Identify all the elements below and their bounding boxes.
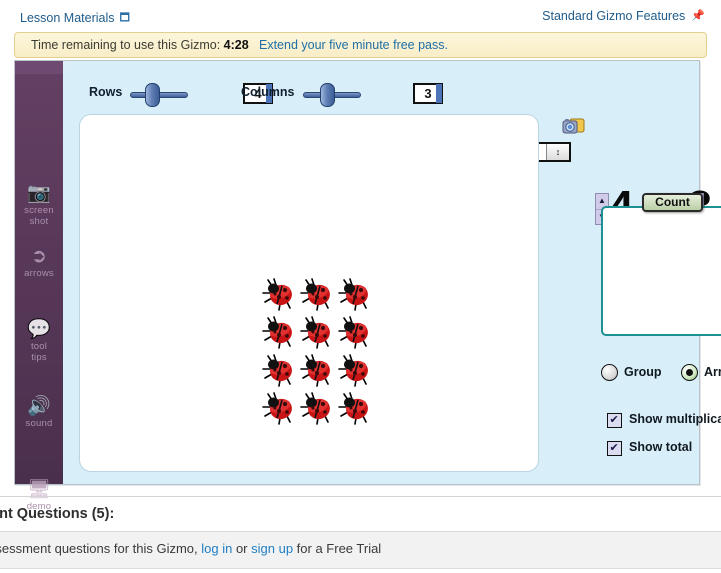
- sidebar-item-tooltips[interactable]: 💬 tool tips: [15, 319, 63, 363]
- gizmo-page: Lesson Materials 🗖 Standard Gizmo Feature…: [0, 0, 721, 573]
- ladybug-icon[interactable]: [336, 351, 374, 389]
- ladybug-icon[interactable]: [260, 389, 298, 427]
- ladybug-icon[interactable]: [298, 275, 336, 313]
- lesson-materials-link[interactable]: Lesson Materials 🗖: [20, 9, 130, 28]
- signup-link[interactable]: sign up: [251, 541, 293, 556]
- timer-banner: Time remaining to use this Gizmo: 4:28 E…: [14, 32, 707, 58]
- ladybug-icon[interactable]: [260, 275, 298, 313]
- columns-slider[interactable]: [303, 83, 361, 107]
- camera-snapshot-icon[interactable]: [562, 116, 586, 136]
- radio-dot-array[interactable]: [681, 364, 698, 381]
- ladybug-row: [260, 275, 374, 313]
- assessment-title: ssment Questions (5):: [0, 506, 115, 522]
- ladybug-row: [260, 389, 374, 427]
- tool-rail-top: [15, 61, 63, 74]
- ladybug-icon[interactable]: [298, 389, 336, 427]
- gizmo-canvas[interactable]: [79, 114, 539, 472]
- popout-icon: 🗖: [119, 12, 130, 24]
- sidebar-item-label: tips: [31, 352, 47, 363]
- extend-pass-link[interactable]: Extend your five minute free pass.: [259, 38, 448, 52]
- ladybug-icon[interactable]: [260, 351, 298, 389]
- login-link[interactable]: log in: [201, 541, 232, 556]
- ladybug-icon[interactable]: [298, 351, 336, 389]
- columns-slider-handle[interactable]: [320, 83, 335, 107]
- timer-text: Time remaining to use this Gizmo: 4:28: [31, 38, 249, 52]
- camera-icon: 📷: [27, 183, 51, 204]
- radio-dot-group[interactable]: [601, 364, 618, 381]
- top-links-bar: Lesson Materials 🗖 Standard Gizmo Feature…: [0, 0, 721, 30]
- checkbox-box-show-multiplication[interactable]: [607, 413, 622, 428]
- gizmo-app: 📷 screen shot ➲ arrows 💬 tool tips 🔊 sou…: [14, 60, 721, 512]
- speaker-icon: 🔊: [27, 396, 51, 417]
- ladybug-row: [260, 351, 374, 389]
- display-mode-radios: Group Array: [601, 364, 721, 386]
- right-panel: ▲ ▼ 4 × 3 ▲ ▼ Count Group: [541, 61, 721, 484]
- radio-label-group: Group: [624, 365, 662, 379]
- assessment-text-prefix: view assessment questions for this Gizmo…: [0, 541, 198, 556]
- sidebar-item-label: tool: [30, 341, 48, 352]
- assessment-divider: [0, 496, 721, 497]
- sidebar-item-arrows[interactable]: ➲ arrows: [15, 246, 63, 279]
- ladybug-icon[interactable]: [298, 313, 336, 351]
- assessment-text: view assessment questions for this Gizmo…: [0, 541, 381, 556]
- ladybug-row: [260, 313, 374, 351]
- radio-label-array: Array: [704, 365, 721, 379]
- rows-slider[interactable]: [130, 83, 188, 107]
- standard-features-label: Standard Gizmo Features: [542, 9, 686, 23]
- pin-icon: 📌: [691, 10, 705, 22]
- count-result-box: [601, 206, 721, 336]
- count-button[interactable]: Count: [642, 193, 703, 212]
- ladybug-icon[interactable]: [336, 313, 374, 351]
- ladybug-icon[interactable]: [336, 389, 374, 427]
- sidebar-item-screenshot[interactable]: 📷 screen shot: [15, 183, 63, 227]
- rows-label: Rows: [89, 85, 123, 99]
- sidebar-item-label: sound: [25, 418, 53, 429]
- columns-label: Columns: [241, 85, 295, 99]
- timer-prefix: Time remaining to use this Gizmo:: [31, 38, 221, 52]
- sidebar-item-sound[interactable]: 🔊 sound: [15, 396, 63, 429]
- checkbox-label-show-multiplication: Show multiplication: [629, 412, 721, 426]
- gizmo-stage: Rows 4 Columns 3 Ladybugs ↕: [63, 61, 721, 484]
- tool-rail: 📷 screen shot ➲ arrows 💬 tool tips 🔊 sou…: [15, 61, 63, 512]
- sidebar-item-label: shot: [29, 216, 49, 227]
- standard-gizmo-features-link[interactable]: Standard Gizmo Features 📌: [542, 9, 705, 23]
- speech-bubble-icon: 💬: [27, 319, 51, 340]
- monitor-icon: 🖥: [26, 479, 52, 500]
- sidebar-item-label: screen: [24, 205, 54, 216]
- lesson-materials-label: Lesson Materials: [20, 11, 115, 25]
- checkbox-box-show-total[interactable]: [607, 441, 622, 456]
- ladybug-icon[interactable]: [260, 313, 298, 351]
- assessment-text-mid: or: [232, 541, 252, 556]
- sidebar-item-label: arrows: [24, 268, 54, 279]
- ladybug-array: [260, 275, 374, 427]
- columns-value-box[interactable]: 3: [413, 83, 443, 104]
- assessment-text-suffix: for a Free Trial: [293, 541, 382, 556]
- timer-value: 4:28: [223, 38, 249, 52]
- rows-slider-handle[interactable]: [145, 83, 160, 107]
- arrows-icon: ➲: [31, 246, 47, 267]
- ladybug-icon[interactable]: [336, 275, 374, 313]
- checkbox-label-show-total: Show total: [629, 440, 693, 454]
